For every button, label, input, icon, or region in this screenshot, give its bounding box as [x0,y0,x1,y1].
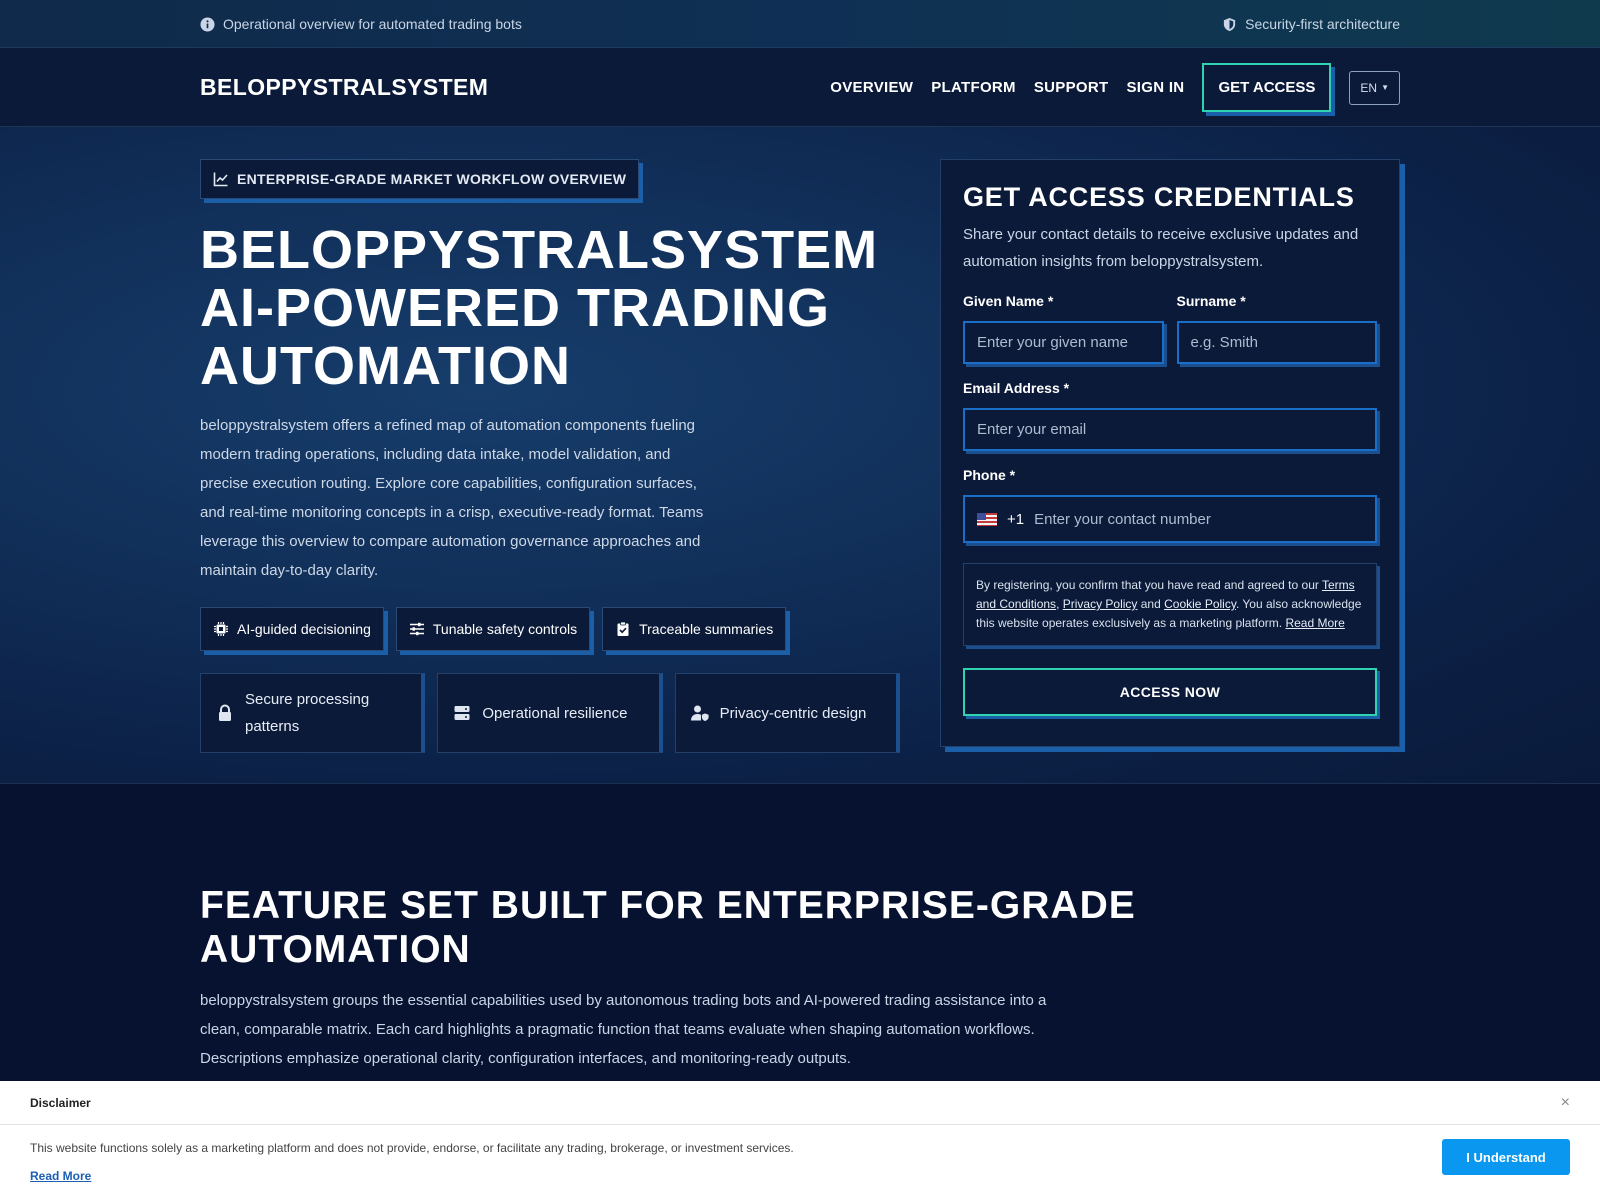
email-label: Email Address * [963,380,1070,396]
tile-secure-processing: Secure processing patterns [200,673,426,753]
email-group: Email Address * Enter your email [963,380,1377,451]
tile-label: Operational resilience [482,704,628,722]
chip-traceable-summaries: Traceable summaries [602,607,787,651]
sliders-icon [409,622,424,636]
phone-country-code[interactable]: +1 [1007,511,1024,528]
chip-label: Traceable summaries [639,621,774,637]
nav-menu: OVERVIEW PLATFORM SUPPORT SIGN IN GET AC… [830,63,1400,112]
language-selector[interactable]: EN ▼ [1349,70,1400,105]
disclaimer-title: Disclaimer [30,1095,91,1110]
phone-placeholder[interactable]: Enter your contact number [1034,511,1211,528]
consent-read-more-link[interactable]: Read More [1285,616,1344,630]
form-subtitle: Share your contact details to receive ex… [963,226,1359,270]
server-icon [454,706,470,720]
tile-operational-resilience: Operational resilience [437,673,663,753]
us-flag-icon[interactable] [977,512,997,526]
i-understand-button[interactable]: I Understand [1442,1139,1570,1175]
chip-safety-controls: Tunable safety controls [395,607,591,651]
brand-logo[interactable]: BELOPPYSTRALSYSTEM [200,74,488,101]
hero-eyebrow: ENTERPRISE-GRADE MARKET WORKFLOW OVERVIE… [200,159,640,199]
disclaimer-read-more-link[interactable]: Read More [30,1169,794,1183]
disclaimer-text: This website functions solely as a marke… [30,1141,794,1155]
user-shield-icon [690,705,710,722]
disclaimer-banner: Disclaimer × This website functions sole… [0,1081,1600,1200]
chart-line-icon [213,172,228,187]
cookie-link[interactable]: Cookie Policy [1164,597,1236,611]
tile-label: Secure processing patterns [245,691,370,735]
disclaimer-body: This website functions solely as a marke… [0,1125,1600,1197]
surname-field[interactable]: e.g. Smith [1176,321,1377,364]
consent-separator: , [1056,597,1063,611]
nav-link-platform[interactable]: PLATFORM [931,79,1016,96]
nav-link-support[interactable]: SUPPORT [1034,79,1109,96]
form-title: GET ACCESS CREDENTIALS [963,182,1355,212]
tile-label: Privacy-centric design [719,704,867,722]
nav-link-overview[interactable]: OVERVIEW [830,79,913,96]
consent-prefix: By registering, you confirm that you hav… [976,578,1322,592]
email-field[interactable]: Enter your email [963,408,1377,451]
hero-description: beloppystralsystem offers a refined map … [200,417,704,579]
chip-ai-decisioning: AI-guided decisioning [200,607,384,651]
feature-chips: AI-guided decisioning Tunable safety con… [200,607,900,651]
given-name-field[interactable]: Enter your given name [963,321,1164,364]
access-now-button[interactable]: ACCESS NOW [963,668,1377,716]
top-info-bar: Operational overview for automated tradi… [0,0,1600,48]
phone-field[interactable]: +1 Enter your contact number [963,495,1377,543]
surname-label: Surname * [1176,293,1246,309]
close-icon[interactable]: × [1561,1094,1570,1112]
name-row: Given Name * Enter your given name Surna… [963,293,1377,364]
cpu-icon [214,622,228,636]
consent-notice: By registering, you confirm that you hav… [963,563,1377,646]
info-message: Operational overview for automated tradi… [200,16,522,32]
get-access-button[interactable]: GET ACCESS [1202,63,1332,112]
info-icon [200,16,215,32]
given-name-group: Given Name * Enter your given name [963,293,1164,364]
hero-title: BELOPPYSTRALSYSTEM AI-POWERED TRADING AU… [200,220,879,396]
security-message: Security-first architecture [1222,16,1400,32]
features-title: FEATURE SET BUILT FOR ENTERPRISE-GRADE A… [200,884,1136,971]
info-text: Operational overview for automated tradi… [223,16,522,32]
language-label: EN [1360,80,1378,95]
phone-group: Phone * +1 Enter your contact number [963,467,1377,543]
main-navigation: BELOPPYSTRALSYSTEM OVERVIEW PLATFORM SUP… [0,48,1600,127]
caret-down-icon: ▼ [1381,83,1389,92]
chip-label: AI-guided decisioning [237,621,371,637]
shield-icon [1224,17,1236,31]
security-text: Security-first architecture [1245,16,1400,32]
consent-separator: and [1137,597,1165,611]
benefit-tiles: Secure processing patterns Operational r… [200,673,900,753]
lock-icon [219,704,231,721]
surname-group: Surname * e.g. Smith [1176,293,1377,364]
clipboard-check-icon [617,621,629,636]
features-description: beloppystralsystem groups the essential … [200,992,1047,1067]
nav-link-sign-in[interactable]: SIGN IN [1126,79,1184,96]
disclaimer-content: This website functions solely as a marke… [30,1139,794,1183]
chip-label: Tunable safety controls [432,621,578,637]
given-name-label: Given Name * [963,293,1054,309]
access-form-card: GET ACCESS CREDENTIALS Share your contac… [940,159,1400,747]
hero-content: ENTERPRISE-GRADE MARKET WORKFLOW OVERVIE… [200,159,900,753]
privacy-link[interactable]: Privacy Policy [1063,597,1138,611]
tile-privacy-design: Privacy-centric design [674,673,900,753]
disclaimer-header: Disclaimer × [0,1081,1600,1125]
phone-label: Phone * [963,467,1016,483]
eyebrow-text: ENTERPRISE-GRADE MARKET WORKFLOW OVERVIE… [237,171,627,187]
hero-section: ENTERPRISE-GRADE MARKET WORKFLOW OVERVIE… [0,127,1600,784]
